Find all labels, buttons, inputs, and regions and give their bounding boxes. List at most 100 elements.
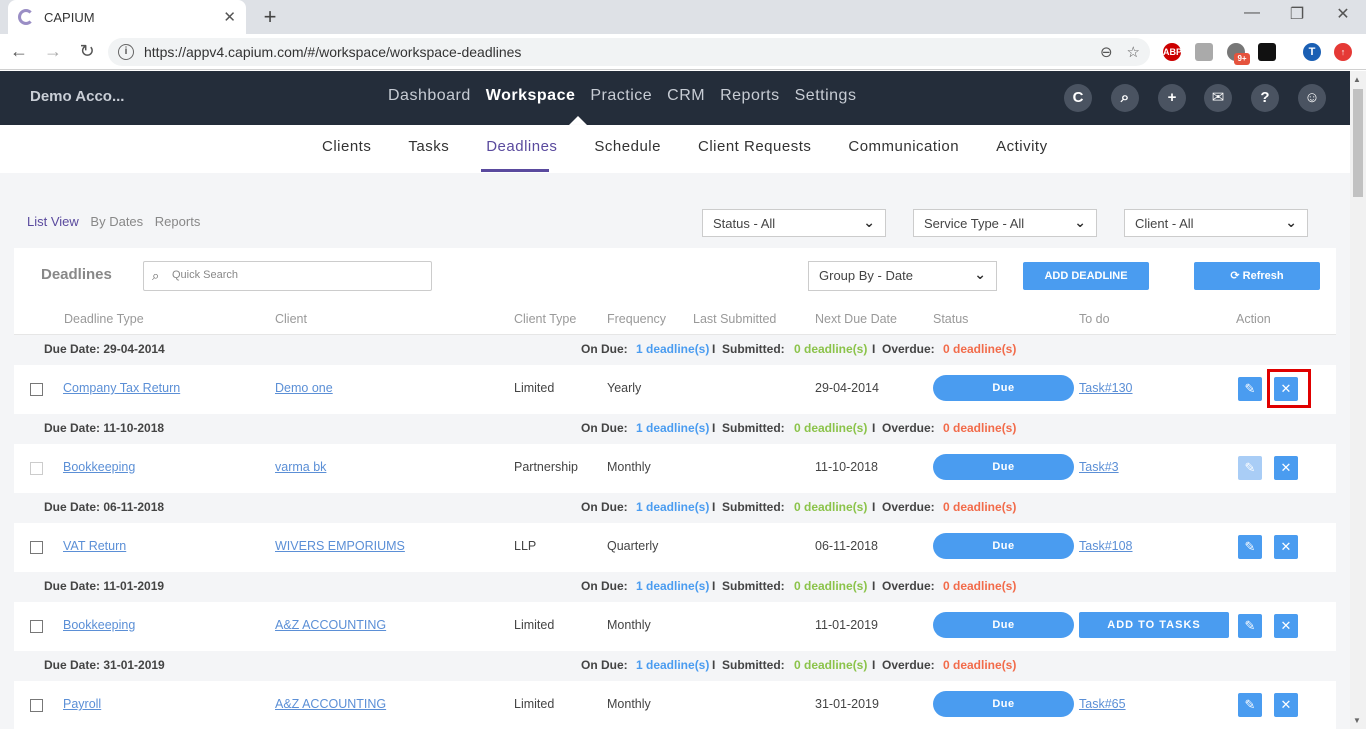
- add-to-tasks-button[interactable]: ADD TO TASKS: [1079, 612, 1229, 638]
- client-link[interactable]: A&Z ACCOUNTING: [275, 618, 386, 632]
- status-badge[interactable]: Due: [933, 612, 1074, 638]
- site-info-icon[interactable]: i: [118, 44, 134, 60]
- update-icon[interactable]: ↑: [1334, 43, 1352, 61]
- nav-workspace[interactable]: Workspace: [486, 87, 576, 105]
- row-checkbox[interactable]: [30, 620, 43, 633]
- col-todo[interactable]: To do: [1079, 312, 1110, 326]
- deadline-type-link[interactable]: Payroll: [63, 697, 101, 711]
- back-icon[interactable]: ←: [4, 41, 34, 62]
- delete-icon[interactable]: ✕: [1274, 456, 1298, 480]
- help-icon[interactable]: ?: [1251, 84, 1279, 112]
- nav-crm[interactable]: CRM: [667, 87, 705, 105]
- nav-settings[interactable]: Settings: [795, 87, 857, 105]
- user-icon[interactable]: ☺: [1298, 84, 1326, 112]
- close-window-button[interactable]: ✕: [1331, 4, 1355, 24]
- add-deadline-button[interactable]: ADD DEADLINE: [1023, 262, 1149, 290]
- client-link[interactable]: A&Z ACCOUNTING: [275, 697, 386, 711]
- row-checkbox[interactable]: [30, 462, 43, 475]
- deadline-type-link[interactable]: VAT Return: [63, 539, 126, 553]
- view-reports[interactable]: Reports: [155, 214, 201, 229]
- subnav-client-requests[interactable]: Client Requests: [698, 138, 811, 155]
- todo-task-link[interactable]: Task#65: [1079, 697, 1126, 711]
- client-link[interactable]: varma bk: [275, 460, 326, 474]
- nav-dashboard[interactable]: Dashboard: [388, 87, 471, 105]
- capium-logo-icon[interactable]: C: [1064, 84, 1092, 112]
- browser-tab[interactable]: CAPIUM ✕: [8, 0, 246, 34]
- delete-icon[interactable]: ✕: [1274, 535, 1298, 559]
- sub-nav: Clients Tasks Deadlines Schedule Client …: [0, 125, 1350, 173]
- reload-icon[interactable]: ↻: [72, 41, 102, 62]
- refresh-button[interactable]: ⟳ Refresh: [1194, 262, 1320, 290]
- status-badge[interactable]: Due: [933, 533, 1074, 559]
- client-link[interactable]: WIVERS EMPORIUMS: [275, 539, 405, 553]
- account-name[interactable]: Demo Acco...: [30, 88, 124, 105]
- subnav-activity[interactable]: Activity: [996, 138, 1048, 155]
- todo-task-link[interactable]: Task#130: [1079, 381, 1133, 395]
- row-checkbox[interactable]: [30, 699, 43, 712]
- group-due-date: Due Date: 31-01-2019: [44, 658, 165, 672]
- todo-task-link[interactable]: Task#3: [1079, 460, 1119, 474]
- todo-task-link[interactable]: Task#108: [1079, 539, 1133, 553]
- col-next-due-date[interactable]: Next Due Date: [815, 312, 897, 326]
- delete-icon[interactable]: ✕: [1274, 693, 1298, 717]
- deadline-type-link[interactable]: Bookkeeping: [63, 460, 135, 474]
- profile-avatar[interactable]: T: [1303, 43, 1321, 61]
- pen-extension-icon[interactable]: [1258, 43, 1276, 61]
- restore-button[interactable]: ❐: [1285, 4, 1309, 24]
- extension-icon[interactable]: [1195, 43, 1213, 61]
- scroll-down-icon[interactable]: ▼: [1353, 716, 1361, 725]
- edit-icon[interactable]: ✎: [1238, 614, 1262, 638]
- new-tab-button[interactable]: +: [258, 4, 282, 30]
- service-type-filter[interactable]: Service Type - All ⌄: [913, 209, 1097, 237]
- client-link[interactable]: Demo one: [275, 381, 333, 395]
- nav-reports[interactable]: Reports: [720, 87, 780, 105]
- view-list[interactable]: List View: [27, 214, 79, 229]
- tab-title: CAPIUM: [44, 9, 95, 25]
- edit-icon[interactable]: ✎: [1238, 377, 1262, 401]
- page-scrollbar[interactable]: ▲ ▼: [1350, 71, 1366, 729]
- col-deadline-type[interactable]: Deadline Type: [64, 312, 144, 326]
- scrollbar-thumb[interactable]: [1353, 89, 1363, 197]
- mail-icon[interactable]: ✉: [1204, 84, 1232, 112]
- url-text[interactable]: https://appv4.capium.com/#/workspace/wor…: [144, 44, 1086, 60]
- col-client[interactable]: Client: [275, 312, 307, 326]
- group-by-select[interactable]: Group By - Date ⌄: [808, 261, 997, 291]
- edit-icon[interactable]: ✎: [1238, 693, 1262, 717]
- scroll-up-icon[interactable]: ▲: [1353, 75, 1361, 84]
- view-by-dates[interactable]: By Dates: [90, 214, 143, 229]
- adblock-extension-icon[interactable]: ABP: [1163, 43, 1182, 61]
- deadline-type-link[interactable]: Bookkeeping: [63, 618, 135, 632]
- nav-practice[interactable]: Practice: [590, 87, 652, 105]
- row-checkbox[interactable]: [30, 541, 43, 554]
- row-checkbox[interactable]: [30, 383, 43, 396]
- col-status[interactable]: Status: [933, 312, 968, 326]
- status-badge[interactable]: Due: [933, 691, 1074, 717]
- minimize-button[interactable]: —: [1240, 4, 1264, 22]
- status-badge[interactable]: Due: [933, 454, 1074, 480]
- status-filter[interactable]: Status - All ⌄: [702, 209, 886, 237]
- service-type-filter-value: Service Type - All: [924, 216, 1025, 231]
- status-badge[interactable]: Due: [933, 375, 1074, 401]
- col-frequency[interactable]: Frequency: [607, 312, 666, 326]
- deadline-type-link[interactable]: Company Tax Return: [63, 381, 180, 395]
- tab-close-icon[interactable]: ✕: [223, 8, 236, 26]
- zoom-icon[interactable]: ⊖: [1100, 43, 1113, 61]
- delete-icon[interactable]: ✕: [1274, 614, 1298, 638]
- overdue-label: Overdue:: [882, 342, 935, 356]
- bookmark-star-icon[interactable]: ☆: [1127, 43, 1140, 61]
- plus-icon[interactable]: +: [1158, 84, 1186, 112]
- subnav-deadlines[interactable]: Deadlines: [486, 138, 557, 155]
- col-client-type[interactable]: Client Type: [514, 312, 576, 326]
- search-icon[interactable]: ⌕: [1111, 84, 1139, 112]
- subnav-communication[interactable]: Communication: [848, 138, 959, 155]
- subnav-schedule[interactable]: Schedule: [594, 138, 661, 155]
- quick-search-input[interactable]: ⌕ Quick Search: [143, 261, 432, 291]
- forward-icon[interactable]: →: [38, 41, 68, 62]
- col-last-submitted[interactable]: Last Submitted: [693, 312, 776, 326]
- client-filter[interactable]: Client - All ⌄: [1124, 209, 1308, 237]
- edit-icon[interactable]: ✎: [1238, 535, 1262, 559]
- address-bar[interactable]: i https://appv4.capium.com/#/workspace/w…: [108, 38, 1150, 66]
- table-row: Bookkeeping varma bk Partnership Monthly…: [14, 444, 1336, 493]
- subnav-tasks[interactable]: Tasks: [408, 138, 449, 155]
- subnav-clients[interactable]: Clients: [322, 138, 371, 155]
